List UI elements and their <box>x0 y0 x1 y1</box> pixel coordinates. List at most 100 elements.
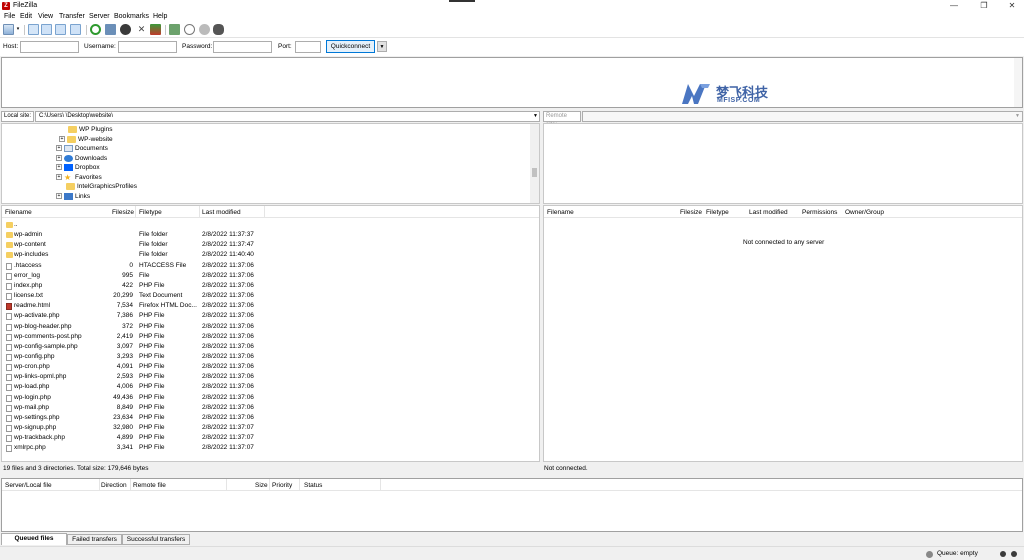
file-row[interactable]: wp-config.php 3,293 PHP File 2/8/2022 11:37… <box>2 352 262 362</box>
quickconnect-history-dropdown[interactable]: ▼ <box>377 41 387 52</box>
compare-icon[interactable] <box>213 24 224 35</box>
file-row[interactable]: wp-config-sample.php 3,097 PHP File 2/8/202… <box>2 342 262 352</box>
queue-column-priority[interactable]: Priority <box>272 482 292 489</box>
tab-successful-transfers[interactable]: Successful transfers <box>122 534 190 545</box>
remote-column-filename[interactable]: Filename <box>547 209 574 216</box>
expand-icon[interactable]: + <box>56 145 62 152</box>
username-input[interactable] <box>118 41 177 53</box>
remote-column-filetype[interactable]: Filetype <box>706 209 729 216</box>
file-row[interactable]: wp-admin File folder 2/8/2022 11:37:37 <box>2 230 262 240</box>
tree-item-downloads[interactable]: + Downloads <box>56 154 107 163</box>
local-tree-scroll-thumb[interactable] <box>532 168 537 177</box>
tree-item-intelgraphicsprofiles[interactable]: IntelGraphicsProfiles <box>66 182 137 191</box>
file-row[interactable]: wp-signup.php 32,980 PHP File 2/8/2022 11:3… <box>2 423 262 433</box>
queue-column-remote-file[interactable]: Remote file <box>133 482 166 489</box>
column-last-modified[interactable]: Last modified <box>202 209 241 216</box>
remote-column-last-modified[interactable]: Last modified <box>749 209 788 216</box>
file-row[interactable]: wp-mail.php 8,849 PHP File 2/8/2022 11:37:0… <box>2 403 262 413</box>
remote-column-permissions[interactable]: Permissions <box>802 209 837 216</box>
expand-icon[interactable]: + <box>56 193 62 200</box>
toggle-local-tree-icon[interactable] <box>41 24 52 35</box>
file-row[interactable]: index.php 422 PHP File 2/8/2022 11:37:06 <box>2 281 262 291</box>
file-row[interactable]: wp-load.php 4,006 PHP File 2/8/2022 11:37:0… <box>2 382 262 392</box>
queue-column-size[interactable]: Size <box>255 482 268 489</box>
file-row[interactable]: wp-activate.php 7,386 PHP File 2/8/2022 11:… <box>2 311 262 321</box>
file-row[interactable]: wp-settings.php 23,634 PHP File 2/8/2022 11… <box>2 413 262 423</box>
menu-bookmarks[interactable]: Bookmarks <box>114 13 149 20</box>
transfer-queue[interactable]: Server/Local file Direction Remote file … <box>1 478 1023 532</box>
column-filename[interactable]: Filename <box>5 209 32 216</box>
menu-file[interactable]: File <box>4 13 15 20</box>
toggle-remote-tree-icon[interactable] <box>55 24 66 35</box>
file-row[interactable]: wp-trackback.php 4,899 PHP File 2/8/2022 11… <box>2 433 262 443</box>
file-row[interactable]: wp-includes File folder 2/8/2022 11:40:40 <box>2 250 262 260</box>
remote-directory-tree[interactable] <box>543 123 1023 204</box>
file-row[interactable]: error_log 995 File 2/8/2022 11:37:06 <box>2 271 262 281</box>
toggle-queue-icon[interactable] <box>70 24 81 35</box>
site-manager-icon[interactable] <box>3 24 14 35</box>
toggle-message-log-icon[interactable] <box>28 24 39 35</box>
file-row[interactable]: xmlrpc.php 3,341 PHP File 2/8/2022 11:37:07 <box>2 443 262 453</box>
menu-transfer[interactable]: Transfer <box>59 13 85 20</box>
file-row[interactable]: wp-links-opml.php 2,593 PHP File 2/8/2022 1… <box>2 372 262 382</box>
quickconnect-button[interactable]: Quickconnect <box>326 40 375 53</box>
file-row[interactable]: .. <box>2 220 262 230</box>
column-filesize[interactable]: Filesize <box>112 209 134 216</box>
tab-queued-files[interactable]: Queued files <box>1 533 67 545</box>
remote-path-input[interactable] <box>582 111 1023 122</box>
file-row[interactable]: wp-login.php 49,436 PHP File 2/8/2022 11:37… <box>2 393 262 403</box>
message-log-scrollbar[interactable] <box>1014 58 1022 107</box>
cancel-icon[interactable] <box>120 24 131 35</box>
file-row[interactable]: wp-content File folder 2/8/2022 11:37:47 <box>2 240 262 250</box>
message-log[interactable] <box>1 57 1023 108</box>
remote-column-filesize[interactable]: Filesize <box>680 209 702 216</box>
menu-edit[interactable]: Edit <box>20 13 32 20</box>
queue-column-status[interactable]: Status <box>304 482 322 489</box>
menu-view[interactable]: View <box>38 13 53 20</box>
tree-item-wp-plugins[interactable]: WP Plugins <box>68 125 112 134</box>
local-directory-tree[interactable]: WP Plugins + WP-website + Documents + Downl… <box>1 123 540 204</box>
local-path-dropdown-icon[interactable]: ▼ <box>531 111 540 122</box>
search-icon[interactable] <box>199 24 210 35</box>
tree-item-dropbox[interactable]: + Dropbox <box>56 163 100 172</box>
expand-icon[interactable]: + <box>59 136 65 143</box>
local-path-input[interactable]: C:\Users\ \Desktop\website\ <box>35 111 540 122</box>
disconnect-icon[interactable]: ✕ <box>136 24 147 35</box>
process-queue-icon[interactable] <box>105 24 116 35</box>
queue-column-server-local-file[interactable]: Server/Local file <box>5 482 52 489</box>
host-input[interactable] <box>20 41 79 53</box>
local-file-list[interactable]: Filename ^ Filesize Filetype Last modifi… <box>1 205 540 462</box>
tab-failed-transfers[interactable]: Failed transfers <box>67 534 122 545</box>
file-row[interactable]: wp-blog-header.php 372 PHP File 2/8/2022 11… <box>2 322 262 332</box>
site-manager-dropdown-icon[interactable]: ▾ <box>15 24 21 35</box>
close-button[interactable]: ✕ <box>998 0 1024 12</box>
expand-icon[interactable]: + <box>56 155 62 162</box>
file-row[interactable]: readme.html 7,534 Firefox HTML Doc... 2/8/2… <box>2 301 262 311</box>
reconnect-icon[interactable] <box>150 24 161 35</box>
file-row[interactable]: wp-comments-post.php 2,419 PHP File 2/8/202… <box>2 332 262 342</box>
file-row[interactable]: license.txt 20,299 Text Document 2/8/2022 1… <box>2 291 262 301</box>
minimize-button[interactable]: — <box>940 0 968 12</box>
expand-icon[interactable]: + <box>56 164 62 171</box>
column-filetype[interactable]: Filetype <box>139 209 162 216</box>
tree-item-wp-website[interactable]: + WP-website <box>59 135 113 144</box>
tree-item-documents[interactable]: + Documents <box>56 144 108 153</box>
filter-icon[interactable] <box>169 24 180 35</box>
refresh-icon[interactable] <box>90 24 101 35</box>
queue-column-direction[interactable]: Direction <box>101 482 127 489</box>
port-input[interactable] <box>295 41 321 53</box>
remote-column-owner-group[interactable]: Owner/Group <box>845 209 884 216</box>
tree-item-links[interactable]: + Links <box>56 192 90 201</box>
restore-button[interactable]: ❐ <box>970 0 998 12</box>
file-row[interactable]: wp-cron.php 4,091 PHP File 2/8/2022 11:37:0… <box>2 362 262 372</box>
file-row[interactable]: .htaccess 0 HTACCESS File 2/8/2022 11:37:06 <box>2 261 262 271</box>
menu-help[interactable]: Help <box>153 13 167 20</box>
remote-file-list[interactable]: Filename ^ Filesize Filetype Last modifi… <box>543 205 1023 462</box>
remote-path-dropdown-icon[interactable]: ▼ <box>1013 111 1022 122</box>
local-tree-scrollbar[interactable] <box>530 124 539 203</box>
menu-server[interactable]: Server <box>89 13 110 20</box>
expand-icon[interactable]: + <box>56 174 62 181</box>
password-input[interactable] <box>213 41 272 53</box>
tree-item-favorites[interactable]: + ★ Favorites <box>56 173 102 182</box>
toggle-sync-browsing-icon[interactable] <box>184 24 195 35</box>
